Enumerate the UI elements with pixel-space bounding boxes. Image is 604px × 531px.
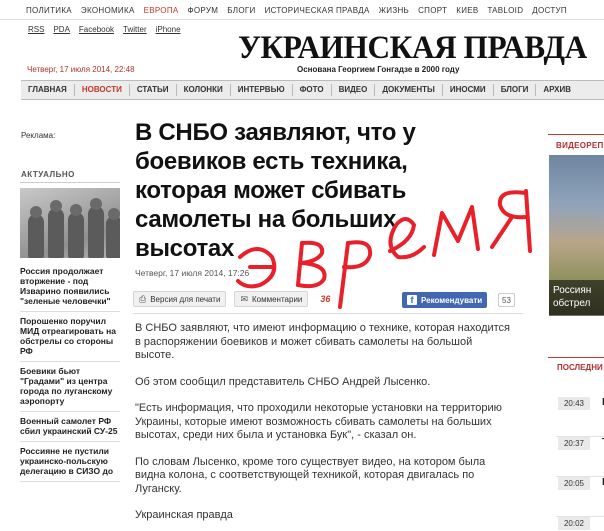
news-link[interactable]: Порошенко поручил МИД отреагировать на о… xyxy=(20,316,120,356)
news-link[interactable]: Россия продолжает вторжение - под Извари… xyxy=(20,266,120,306)
topnav-item-istoricheskaya[interactable]: ИСТОРИЧЕСКАЯ ПРАВДА xyxy=(265,6,370,15)
menu-item-foto[interactable]: ФОТО xyxy=(293,84,332,96)
handwritten-annotation xyxy=(236,189,532,309)
time-badge: 20:02 xyxy=(558,517,590,530)
print-button[interactable]: ⎙ Версия для печати xyxy=(133,291,227,307)
sidebar-divider xyxy=(20,182,120,183)
topnav-divider xyxy=(0,19,604,20)
list-item[interactable]: 20:05 П xyxy=(556,477,604,517)
site-logo[interactable]: УКРАИНСКАЯ ПРАВДА xyxy=(238,30,587,67)
latest-section-divider xyxy=(548,357,604,358)
video-caption-line: Россиян xyxy=(553,285,592,296)
topnav-item-politika[interactable]: ПОЛИТИКА xyxy=(26,6,72,15)
menu-item-glavnaya[interactable]: ГЛАВНАЯ xyxy=(21,84,75,96)
sidebar-section-title: АКТУАЛЬНО xyxy=(21,170,75,179)
menu-item-kolonki[interactable]: КОЛОНКИ xyxy=(177,84,231,96)
topnav-item-sport[interactable]: СПОРТ xyxy=(418,6,447,15)
time-badge: 20:43 xyxy=(558,397,590,410)
rss-link[interactable]: RSS xyxy=(28,25,44,34)
news-link[interactable]: Боевики бьют "Градами" из центра города … xyxy=(20,366,120,406)
video-section-title: ВИДЕОРЕП xyxy=(556,141,604,150)
menu-item-dokumenty[interactable]: ДОКУМЕНТЫ xyxy=(375,84,443,96)
util-links: RSS PDA Facebook Twitter iPhone xyxy=(28,25,181,34)
topnav-item-ekonomika[interactable]: ЭКОНОМИКА xyxy=(81,6,135,15)
article-paragraph: По словам Лысенко, кроме того существует… xyxy=(135,455,486,495)
latest-news-list: 20:43 В 20:37 Т 20:05 П 20:02 xyxy=(556,397,604,531)
article-body: В СНБО заявляют, что имеют информацию о … xyxy=(135,322,510,531)
latest-section-title: ПОСЛЕДНИ xyxy=(557,363,603,372)
list-item[interactable]: 20:43 В xyxy=(556,397,604,437)
article-paragraph: Об этом сообщил представитель СНБО Андре… xyxy=(135,375,431,388)
list-item[interactable]: 20:37 Т xyxy=(556,437,604,477)
list-item[interactable]: Порошенко поручил МИД отреагировать на о… xyxy=(20,312,120,362)
video-caption-line: обстрел xyxy=(553,298,591,309)
article-source: Украинская правда xyxy=(135,509,233,521)
current-date: Четверг, 17 июля 2014, 22:48 xyxy=(27,65,135,74)
menu-item-video[interactable]: ВИДЕО xyxy=(332,84,376,96)
menu-item-blogi[interactable]: БЛОГИ xyxy=(494,84,537,96)
twitter-link[interactable]: Twitter xyxy=(123,25,147,34)
news-link[interactable]: Военный самолет РФ сбил украинский СУ-25 xyxy=(20,416,120,436)
news-link[interactable]: Россияне не пустили украинско-польскую д… xyxy=(20,446,120,476)
list-item[interactable]: Боевики бьют "Градами" из центра города … xyxy=(20,362,120,412)
article-paragraph: В СНБО заявляют, что имеют информацию о … xyxy=(135,322,511,361)
topnav-item-dostup[interactable]: ДОСТУП xyxy=(532,6,567,15)
menu-item-statyi[interactable]: СТАТЬИ xyxy=(130,84,177,96)
facebook-link[interactable]: Facebook xyxy=(79,25,114,34)
main-menu: ГЛАВНАЯ НОВОСТИ СТАТЬИ КОЛОНКИ ИНТЕРВЬЮ … xyxy=(21,80,604,100)
sidebar-news-list: Россия продолжает вторжение - под Извари… xyxy=(20,262,120,482)
printer-icon: ⎙ xyxy=(139,293,147,304)
menu-item-arhiv[interactable]: АРХИВ xyxy=(536,84,578,96)
list-item[interactable]: 20:02 xyxy=(556,517,604,531)
list-item[interactable]: Россия продолжает вторжение - под Извари… xyxy=(20,262,120,312)
print-label: Версия для печати xyxy=(150,294,221,304)
iphone-link[interactable]: iPhone xyxy=(156,25,181,34)
topnav-item-zhizn[interactable]: ЖИЗНЬ xyxy=(379,6,410,15)
pda-link[interactable]: PDA xyxy=(53,25,69,34)
top-nav: ПОЛИТИКА ЭКОНОМИКА ЕВРОПА ФОРУМ БЛОГИ ИС… xyxy=(0,0,604,20)
topnav-item-tabloid[interactable]: TABLOID xyxy=(488,6,524,15)
site-tagline: Основана Георгием Гонгадзе в 2000 году xyxy=(297,65,460,74)
ad-label: Реклама: xyxy=(21,131,56,140)
time-badge: 20:37 xyxy=(558,437,590,450)
sidebar-news-photo[interactable] xyxy=(20,188,120,258)
article-paragraph: "Есть информация, что проходили некоторы… xyxy=(135,402,502,441)
list-item[interactable]: Россияне не пустили украинско-польскую д… xyxy=(20,442,120,482)
topnav-item-blogi[interactable]: БЛОГИ xyxy=(227,6,255,15)
video-caption[interactable]: Россиян обстрел xyxy=(549,280,604,316)
video-section-divider xyxy=(548,134,604,135)
topnav-item-forum[interactable]: ФОРУМ xyxy=(188,6,219,15)
menu-item-intervyu[interactable]: ИНТЕРВЬЮ xyxy=(231,84,293,96)
list-item[interactable]: Военный самолет РФ сбил украинский СУ-25 xyxy=(20,412,120,442)
menu-item-novosti[interactable]: НОВОСТИ xyxy=(75,84,130,96)
topnav-item-evropa[interactable]: ЕВРОПА xyxy=(144,6,179,15)
menu-item-inosmi[interactable]: ИНОСМИ xyxy=(443,84,494,96)
topnav-item-kiev[interactable]: КИЕВ xyxy=(456,6,478,15)
time-badge: 20:05 xyxy=(558,477,590,490)
article-divider xyxy=(133,313,523,314)
